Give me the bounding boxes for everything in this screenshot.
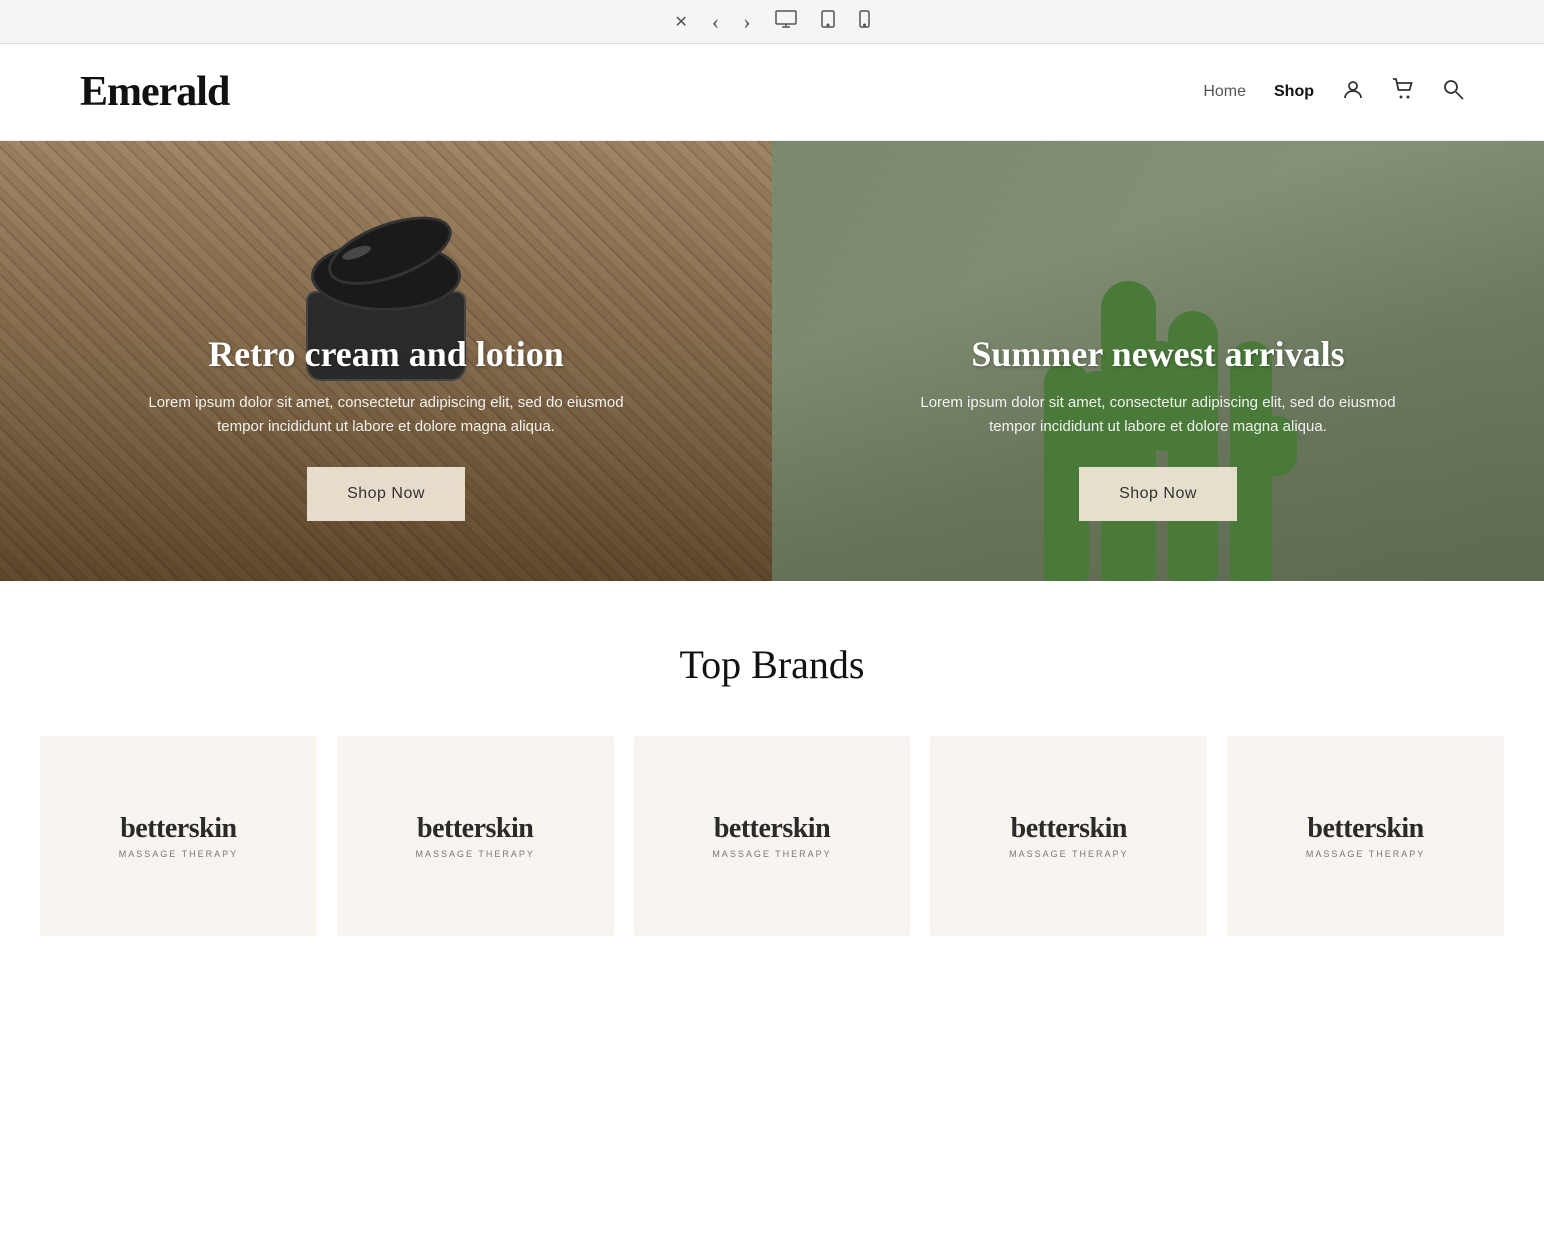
brand-card[interactable]: betterskin MASSAGE THERAPY (634, 736, 911, 936)
brand-subtitle-4: MASSAGE THERAPY (1306, 849, 1425, 859)
brand-card[interactable]: betterskin MASSAGE THERAPY (1227, 736, 1504, 936)
brand-subtitle-0: MASSAGE THERAPY (119, 849, 238, 859)
nav-home[interactable]: Home (1203, 83, 1246, 101)
hero-banner-left: Retro cream and lotion Lorem ipsum dolor… (0, 141, 772, 581)
brand-subtitle-3: MASSAGE THERAPY (1009, 849, 1128, 859)
site-header: Emerald Home Shop (0, 44, 1544, 141)
hero-section: Retro cream and lotion Lorem ipsum dolor… (0, 141, 1544, 581)
nav-shop[interactable]: Shop (1274, 83, 1314, 101)
brand-subtitle-1: MASSAGE THERAPY (416, 849, 535, 859)
hero-banner-right: Summer newest arrivals Lorem ipsum dolor… (772, 141, 1544, 581)
left-hero-content: Retro cream and lotion Lorem ipsum dolor… (146, 333, 626, 521)
brand-card[interactable]: betterskin MASSAGE THERAPY (40, 736, 317, 936)
brand-subtitle-2: MASSAGE THERAPY (712, 849, 831, 859)
search-icon[interactable] (1442, 78, 1464, 106)
brand-name-2: betterskin (714, 813, 830, 845)
site-nav: Home Shop (1203, 78, 1464, 106)
site-logo: Emerald (80, 68, 229, 116)
account-icon[interactable] (1342, 78, 1364, 106)
brand-name-4: betterskin (1307, 813, 1423, 845)
brand-name-1: betterskin (417, 813, 533, 845)
brands-section: Top Brands betterskin MASSAGE THERAPY be… (0, 581, 1544, 956)
browser-toolbar: ✕ ‹ › (0, 0, 1544, 44)
brand-card[interactable]: betterskin MASSAGE THERAPY (337, 736, 614, 936)
brand-name-0: betterskin (120, 813, 236, 845)
left-hero-desc: Lorem ipsum dolor sit amet, consectetur … (146, 391, 626, 439)
right-hero-content: Summer newest arrivals Lorem ipsum dolor… (918, 333, 1398, 521)
cart-icon[interactable] (1392, 78, 1414, 106)
brand-name-3: betterskin (1011, 813, 1127, 845)
monitor-icon[interactable] (775, 10, 797, 33)
back-icon[interactable]: ‹ (712, 9, 719, 35)
forward-icon[interactable]: › (743, 9, 750, 35)
right-shop-now-button[interactable]: Shop Now (1079, 467, 1237, 521)
phone-icon[interactable] (859, 10, 870, 33)
brand-card[interactable]: betterskin MASSAGE THERAPY (930, 736, 1207, 936)
right-hero-desc: Lorem ipsum dolor sit amet, consectetur … (918, 391, 1398, 439)
close-icon[interactable]: ✕ (674, 12, 687, 32)
right-hero-title: Summer newest arrivals (918, 333, 1398, 375)
brands-grid: betterskin MASSAGE THERAPY betterskin MA… (40, 736, 1504, 936)
tablet-icon[interactable] (821, 10, 835, 33)
brands-section-title: Top Brands (40, 641, 1504, 688)
left-shop-now-button[interactable]: Shop Now (307, 467, 465, 521)
left-hero-title: Retro cream and lotion (146, 333, 626, 375)
